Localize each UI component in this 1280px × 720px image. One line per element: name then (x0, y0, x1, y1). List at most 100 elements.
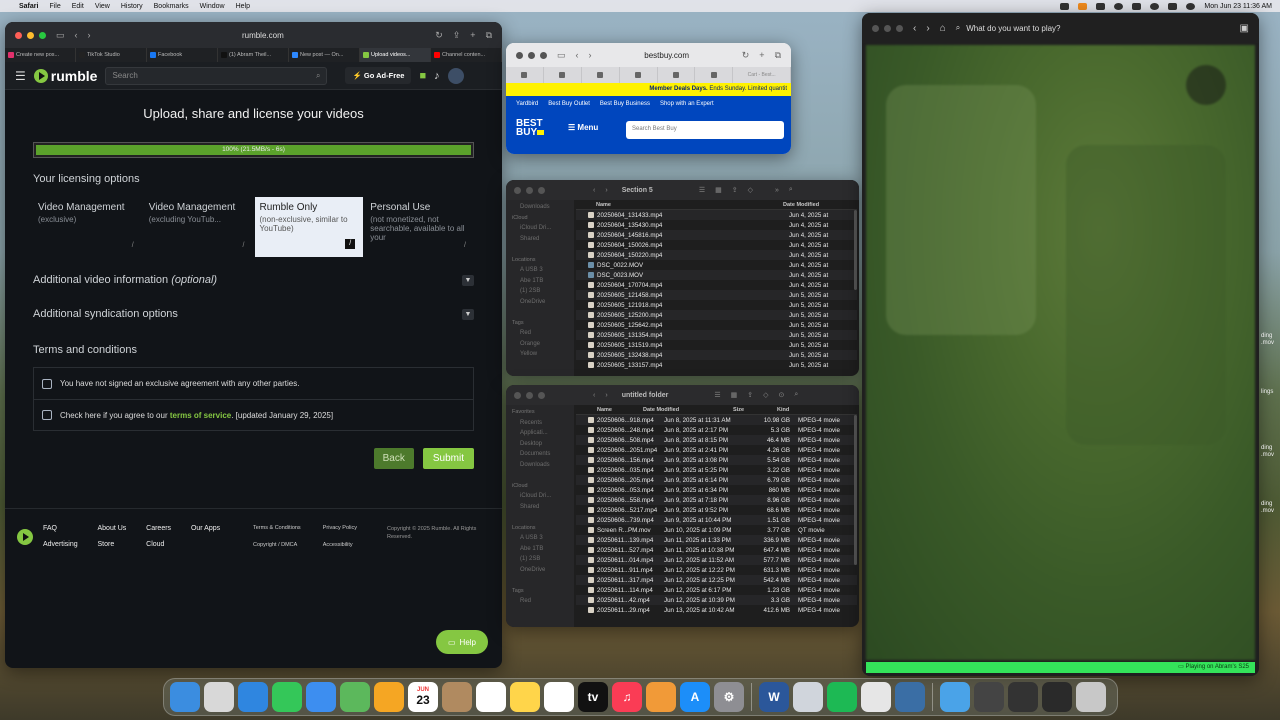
search-icon[interactable]: ⌕ (789, 186, 793, 194)
chevron-down-icon[interactable]: ▼ (462, 274, 474, 286)
nav-link-yardbird[interactable]: Yardbird (516, 101, 538, 107)
photos-icon[interactable] (374, 682, 404, 712)
file-row[interactable]: 20250611...527.mp4 Jun 11, 2025 at 10:38 … (576, 545, 857, 555)
help-button[interactable]: ▭ Help (436, 630, 488, 654)
quicktime-icon[interactable] (895, 682, 925, 712)
tab-favicon[interactable] (506, 67, 544, 83)
app-store-icon[interactable]: A (680, 682, 710, 712)
footer-link-advertising[interactable]: Advertising (43, 541, 91, 548)
go-ad-free-button[interactable]: ⚡ Go Ad-Free (345, 67, 412, 84)
file-row[interactable]: 20250606...156.mp4 Jun 9, 2025 at 3:08 PM… (576, 455, 857, 465)
file-row[interactable]: 20250604_150220.mp4 Jun 4, 2025 at (576, 250, 857, 260)
sidebar-item[interactable]: iCloud Dri... (512, 491, 568, 502)
sidebar-item[interactable]: Orange (512, 339, 568, 350)
file-row[interactable]: 20250611...014.mp4 Jun 12, 2025 at 11:52 … (576, 555, 857, 565)
action-icon[interactable]: ⊙ (779, 391, 785, 399)
freeform-icon[interactable] (544, 682, 574, 712)
tab-overview-icon[interactable]: ⧉ (775, 50, 781, 61)
new-tab-icon[interactable]: + (470, 30, 475, 40)
calendar-icon[interactable]: JUN 23 (408, 682, 438, 712)
control-center-icon[interactable] (1186, 2, 1196, 10)
license-option-video-management-nonyt[interactable]: Video Management (excluding YouTub... / (144, 197, 253, 257)
additional-info-section[interactable]: Additional video information (optional) … (33, 274, 474, 286)
file-row[interactable]: 20250605_133157.mp4 Jun 5, 2025 at (576, 360, 857, 370)
nav-link-outlet[interactable]: Best Buy Outlet (548, 101, 590, 107)
notes-icon[interactable] (510, 682, 540, 712)
tag-icon[interactable]: ◇ (763, 391, 768, 399)
terms-agreement-row[interactable]: You have not signed an exclusive agreeme… (34, 368, 473, 399)
menu-view[interactable]: View (95, 3, 110, 10)
col-name-header[interactable]: Name (576, 202, 783, 208)
upload-camera-icon[interactable]: ■ (419, 70, 426, 82)
sidebar-item[interactable]: iCloud Dri... (512, 223, 568, 234)
tab-favicon[interactable] (582, 67, 620, 83)
file-row[interactable]: 20250605_131354.mp4 Jun 5, 2025 at (576, 330, 857, 340)
license-option-personal-use[interactable]: Personal Use (not monetized, not searcha… (365, 197, 474, 257)
rumble-logo[interactable]: rumble (33, 68, 97, 84)
browser-tab[interactable]: Facebook (147, 48, 218, 62)
chevron-down-icon[interactable]: ▼ (462, 308, 474, 320)
sidebar-item[interactable]: Abe 1TB (512, 276, 568, 287)
close-window-button[interactable] (514, 186, 521, 194)
col-date-header[interactable]: Date Modified (643, 407, 733, 413)
sidebar-item[interactable]: Shared (512, 234, 568, 245)
footer-link-faq[interactable]: FAQ (43, 525, 91, 532)
sidebar-item[interactable]: Abe 1TB (512, 544, 568, 555)
file-row[interactable]: 20250611...317.mp4 Jun 12, 2025 at 12:25 … (576, 575, 857, 585)
cloud-icon[interactable] (1114, 2, 1124, 10)
share-icon[interactable]: ⇪ (747, 391, 753, 399)
tab-overview-icon[interactable]: ⧉ (486, 30, 492, 41)
sidebar-item[interactable]: (1) 2SB (512, 286, 568, 297)
search-icon[interactable]: ⌕ (316, 71, 320, 81)
info-icon[interactable]: / (243, 242, 245, 249)
minimize-window-button[interactable] (526, 186, 533, 194)
sidebar-toggle-icon[interactable]: ▭ (557, 50, 566, 61)
tab-favicon[interactable] (544, 67, 582, 83)
file-row[interactable]: 20250604_135430.mp4 Jun 4, 2025 at (576, 220, 857, 230)
browser-tab[interactable]: Create new pos... (5, 48, 76, 62)
launchpad-icon[interactable] (204, 682, 234, 712)
close-window-button[interactable] (516, 51, 523, 59)
back-arrow-icon[interactable]: ‹ (593, 187, 595, 194)
tv-icon[interactable]: tv (578, 682, 608, 712)
col-kind-header[interactable]: Kind (777, 407, 789, 413)
sidebar-item[interactable]: (1) 2SB (512, 554, 568, 565)
footer-link-cloud[interactable]: Cloud (146, 541, 184, 548)
tab-favicon[interactable] (695, 67, 734, 83)
user-avatar[interactable] (447, 67, 464, 84)
footer-link-terms[interactable]: Terms & Conditions (253, 525, 317, 532)
browser-tab[interactable]: (1) Abram Theil... (218, 48, 289, 62)
nav-link-expert[interactable]: Shop with an Expert (660, 101, 714, 107)
file-row[interactable]: 20250606...918.mp4 Jun 8, 2025 at 11:31 A… (576, 415, 857, 425)
close-window-button[interactable] (514, 391, 521, 399)
tab-favicon[interactable] (658, 67, 696, 83)
col-date-header[interactable]: Date Modified (783, 202, 819, 208)
mail-icon[interactable] (306, 682, 336, 712)
sidebar-item[interactable] (512, 470, 568, 481)
footer-link-dmca[interactable]: Copyright / DMCA (253, 542, 317, 549)
scrollbar[interactable] (854, 210, 857, 290)
safari-icon[interactable] (238, 682, 268, 712)
tag-icon[interactable]: ◇ (748, 186, 753, 194)
minimized-window-icon[interactable] (974, 682, 1004, 712)
file-row[interactable]: 20250605_121458.mp4 Jun 5, 2025 at (576, 290, 857, 300)
file-row[interactable]: 20250606...508.mp4 Jun 8, 2025 at 8:15 PM… (576, 435, 857, 445)
close-window-button[interactable] (872, 24, 879, 32)
minimized-window-icon-2[interactable] (1008, 682, 1038, 712)
back-arrow-icon[interactable]: ‹ (913, 23, 916, 34)
sidebar-item[interactable]: Documents (512, 449, 568, 460)
sidebar-item[interactable]: A USB 3 (512, 533, 568, 544)
license-option-video-management-exclusive[interactable]: Video Management (exclusive) / (33, 197, 142, 257)
sidebar-item[interactable]: A USB 3 (512, 265, 568, 276)
file-row[interactable]: 20250605_125200.mp4 Jun 5, 2025 at (576, 310, 857, 320)
zoom-window-button[interactable] (896, 24, 903, 32)
desktop-file-label[interactable]: lings (1261, 389, 1273, 396)
zoom-window-button[interactable] (538, 186, 545, 194)
notification-bell-icon[interactable]: ♪ (434, 70, 440, 82)
music-icon[interactable]: ♫ (612, 682, 642, 712)
col-size-header[interactable]: Size (733, 407, 777, 413)
sidebar-item[interactable]: Red (512, 328, 568, 339)
zoom-window-button[interactable] (39, 31, 46, 39)
browser-tab[interactable]: Channel conten... (431, 48, 502, 62)
scrollbar[interactable] (854, 415, 857, 565)
